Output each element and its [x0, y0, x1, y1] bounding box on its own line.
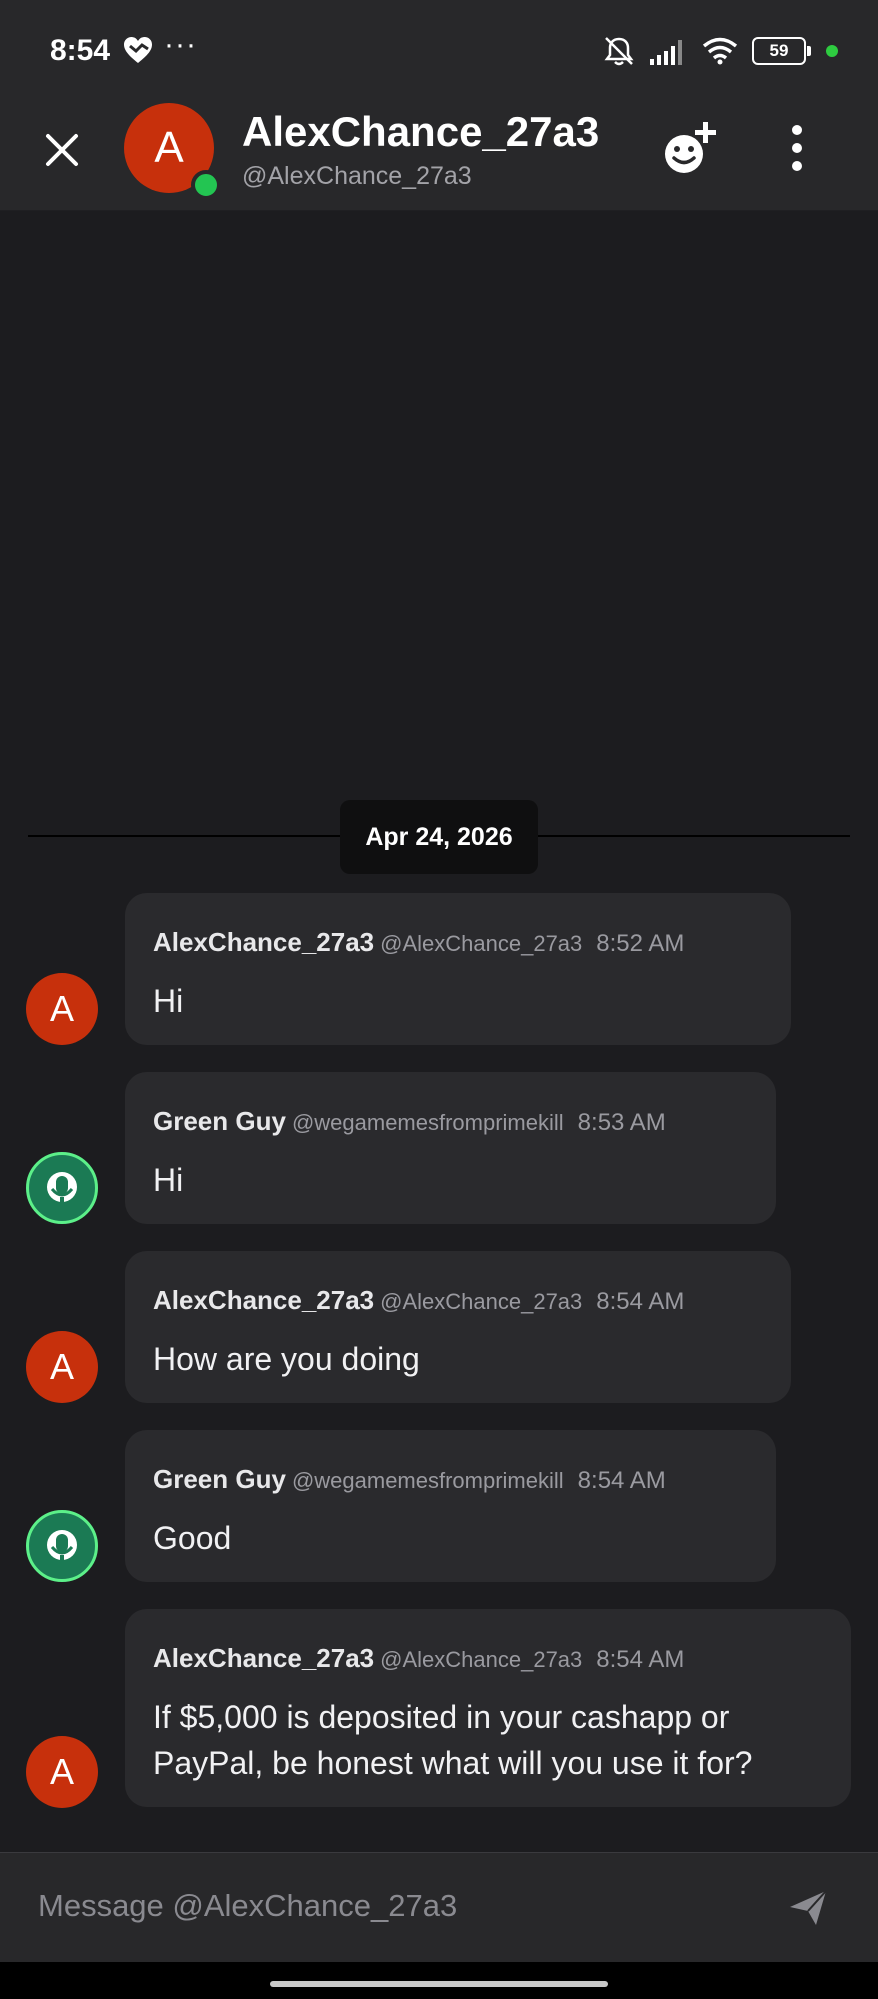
message-author[interactable]: AlexChance_27a3 — [153, 1643, 374, 1673]
privacy-indicator-dot — [826, 45, 838, 57]
avatar-letter: A — [49, 988, 74, 1029]
avatar[interactable] — [26, 1510, 98, 1582]
microphone-icon — [47, 1172, 77, 1203]
message-handle: @wegamemesfromprimekill — [291, 1110, 564, 1135]
message-time: 8:53 AM — [577, 1109, 666, 1136]
send-icon[interactable] — [786, 1885, 830, 1929]
microphone-icon — [47, 1530, 77, 1561]
message-handle: @AlexChance_27a3 — [380, 1647, 583, 1672]
message-bubble[interactable]: Green Guy @wegamemesfromprimekill 8:54 AM … — [125, 1430, 776, 1582]
message-meta: Green Guy @wegamemesfromprimekill 8:53 AM — [153, 1106, 748, 1137]
message-composer — [0, 1852, 878, 1963]
battery-level: 59 — [769, 41, 789, 60]
message-time: 8:54 AM — [596, 1646, 685, 1673]
status-icons: 59 — [602, 34, 838, 68]
avatar[interactable]: A — [26, 973, 98, 1045]
status-time: 8:54 — [50, 34, 111, 67]
message-bubble[interactable]: AlexChance_27a3 @AlexChance_27a3 8:54 AM I… — [125, 1609, 851, 1807]
message-time: 8:54 AM — [596, 1288, 685, 1315]
message-bubble[interactable]: AlexChance_27a3 @AlexChance_27a3 8:54 AM H… — [125, 1251, 791, 1403]
avatar[interactable]: A — [26, 1331, 98, 1403]
message-meta: AlexChance_27a3 @AlexChance_27a3 8:54 AM — [153, 1643, 823, 1674]
wifi-icon — [702, 37, 738, 65]
message-handle: @AlexChance_27a3 — [380, 931, 583, 956]
message-time: 8:52 AM — [596, 930, 685, 957]
message-bubble[interactable]: AlexChance_27a3 @AlexChance_27a3 8:52 AM H… — [125, 893, 791, 1045]
avatar[interactable]: A — [26, 1736, 98, 1808]
message-author[interactable]: Green Guy — [153, 1106, 286, 1136]
message-meta: AlexChance_27a3 @AlexChance_27a3 8:52 AM — [153, 927, 763, 958]
message-handle: @AlexChance_27a3 — [380, 1289, 583, 1314]
message-text: If $5,000 is deposited in your cashapp o… — [153, 1699, 753, 1781]
more-dots-icon: ··· — [164, 28, 197, 61]
battery-icon: 59 — [752, 37, 811, 65]
more-vertical-icon[interactable] — [782, 122, 812, 174]
mute-icon — [604, 37, 634, 66]
home-gesture-handle[interactable] — [270, 1981, 608, 1987]
navigation-bar — [0, 1962, 878, 1999]
message-author[interactable]: Green Guy — [153, 1464, 286, 1494]
message-bubble[interactable]: Green Guy @wegamemesfromprimekill 8:53 AM … — [125, 1072, 776, 1224]
signal-icon — [650, 40, 682, 65]
status-bar: 8:54 ··· 59 — [0, 0, 878, 100]
message-input[interactable] — [36, 1877, 740, 1935]
message-text: How are you doing — [153, 1341, 420, 1377]
message-time: 8:54 AM — [577, 1467, 666, 1494]
close-icon[interactable] — [40, 128, 84, 172]
message-author[interactable]: AlexChance_27a3 — [153, 927, 374, 957]
page-title[interactable]: AlexChance_27a3 — [242, 108, 599, 156]
avatar-letter: A — [49, 1346, 74, 1387]
message-meta: AlexChance_27a3 @AlexChance_27a3 8:54 AM — [153, 1285, 763, 1316]
online-status-dot — [191, 170, 221, 200]
message-text: Hi — [153, 983, 184, 1019]
add-friend-icon[interactable] — [660, 120, 722, 176]
avatar[interactable] — [26, 1152, 98, 1224]
message-text: Good — [153, 1520, 232, 1556]
header-handle: @AlexChance_27a3 — [242, 162, 472, 190]
message-author[interactable]: AlexChance_27a3 — [153, 1285, 374, 1315]
message-meta: Green Guy @wegamemesfromprimekill 8:54 AM — [153, 1464, 748, 1495]
chat-header: A AlexChance_27a3 @AlexChance_27a3 — [0, 100, 878, 211]
date-divider: Apr 24, 2026 — [340, 800, 538, 874]
avatar-letter: A — [154, 123, 184, 172]
heart-icon — [124, 37, 152, 63]
message-handle: @wegamemesfromprimekill — [291, 1468, 564, 1493]
message-text: Hi — [153, 1162, 184, 1198]
avatar-letter: A — [49, 1751, 74, 1792]
